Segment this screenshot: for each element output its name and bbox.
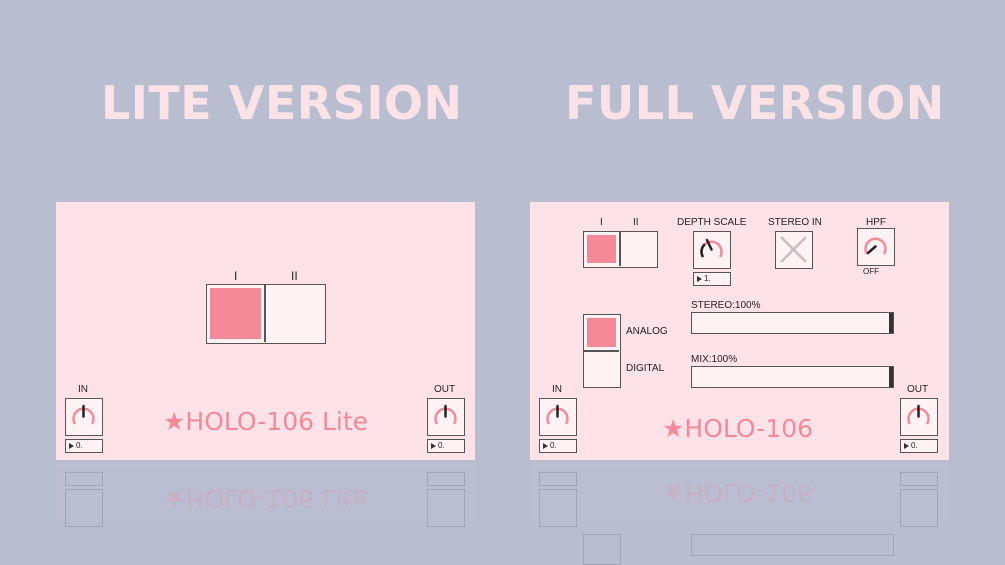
out-value: 0. <box>911 441 918 450</box>
out-number-box[interactable]: 0. <box>900 439 938 453</box>
mix-slider[interactable] <box>691 366 894 388</box>
out-label: OUT <box>907 384 929 395</box>
full-panel-reflection: ★HOLO-106 <box>530 462 949 565</box>
knob-dial-icon <box>700 238 723 258</box>
mode-ii-button[interactable] <box>266 285 324 342</box>
out-knob[interactable] <box>427 398 465 436</box>
full-version-heading: FULL VERSION <box>565 76 945 130</box>
out-number-box[interactable]: 0. <box>427 439 465 453</box>
stereo-slider[interactable] <box>691 312 894 334</box>
digital-button[interactable] <box>584 352 619 386</box>
out-knob[interactable] <box>900 398 938 436</box>
lite-panel-reflection: ★HOLO-106 Lite <box>56 462 475 565</box>
mode-i-label: I <box>234 269 238 283</box>
brand-logo: ★HOLO-106 Lite <box>163 407 369 436</box>
mode-ii-button[interactable] <box>621 232 656 266</box>
hpf-label: HPF <box>866 217 886 228</box>
mode-i-label: I <box>600 217 603 228</box>
depth-scale-label: DEPTH SCALE <box>677 217 747 228</box>
mix-slider-label: MIX:100% <box>691 354 738 365</box>
depth-scale-number-box[interactable]: 1. <box>693 272 731 286</box>
stereo-slider-label: STEREO:100% <box>691 300 761 311</box>
in-number-box[interactable]: 0. <box>65 439 103 453</box>
play-triangle-icon <box>543 442 548 449</box>
stereo-in-toggle[interactable] <box>775 231 813 269</box>
play-triangle-icon <box>697 275 702 282</box>
in-label: IN <box>552 384 562 395</box>
lite-version-heading: LITE VERSION <box>101 76 463 130</box>
brand-logo: ★HOLO-106 <box>662 414 814 443</box>
mode-i-button[interactable] <box>587 235 616 263</box>
play-triangle-icon <box>904 442 909 449</box>
in-value: 0. <box>550 441 557 450</box>
knob-dial-icon <box>864 237 887 255</box>
knob-dial-icon <box>907 404 930 425</box>
analog-digital-selector <box>583 314 621 388</box>
mode-i-button[interactable] <box>210 288 261 339</box>
in-knob[interactable] <box>65 398 103 436</box>
mode-ii-label: II <box>291 269 298 283</box>
mix-slider-thumb[interactable] <box>889 367 893 387</box>
out-label: OUT <box>434 384 456 395</box>
knob-dial-icon <box>72 404 95 425</box>
stereo-in-label: STEREO IN <box>768 217 822 228</box>
depth-scale-knob[interactable] <box>693 231 731 269</box>
analog-label: ANALOG <box>626 326 668 337</box>
play-triangle-icon <box>431 442 436 449</box>
depth-scale-value: 1. <box>704 274 711 283</box>
knob-dial-icon <box>546 404 569 425</box>
out-value: 0. <box>438 441 445 450</box>
lite-plugin-panel: I II IN 0. OUT 0. ★HOLO-106 Lite <box>56 202 475 460</box>
digital-label: DIGITAL <box>626 363 665 374</box>
mode-selector <box>206 284 326 344</box>
in-knob[interactable] <box>539 398 577 436</box>
knob-dial-icon <box>434 404 457 425</box>
in-number-box[interactable]: 0. <box>539 439 577 453</box>
hpf-value: OFF <box>863 267 879 276</box>
hpf-knob[interactable] <box>857 228 895 266</box>
x-toggle-icon <box>780 236 807 263</box>
in-label: IN <box>78 384 88 395</box>
analog-button[interactable] <box>587 318 616 347</box>
in-value: 0. <box>76 441 83 450</box>
play-triangle-icon <box>69 442 74 449</box>
stereo-slider-thumb[interactable] <box>889 313 893 333</box>
mode-ii-label: II <box>633 217 639 228</box>
mode-selector <box>583 231 658 268</box>
full-plugin-panel: I II DEPTH SCALE 1. STEREO IN HPF OFF AN… <box>530 202 949 460</box>
